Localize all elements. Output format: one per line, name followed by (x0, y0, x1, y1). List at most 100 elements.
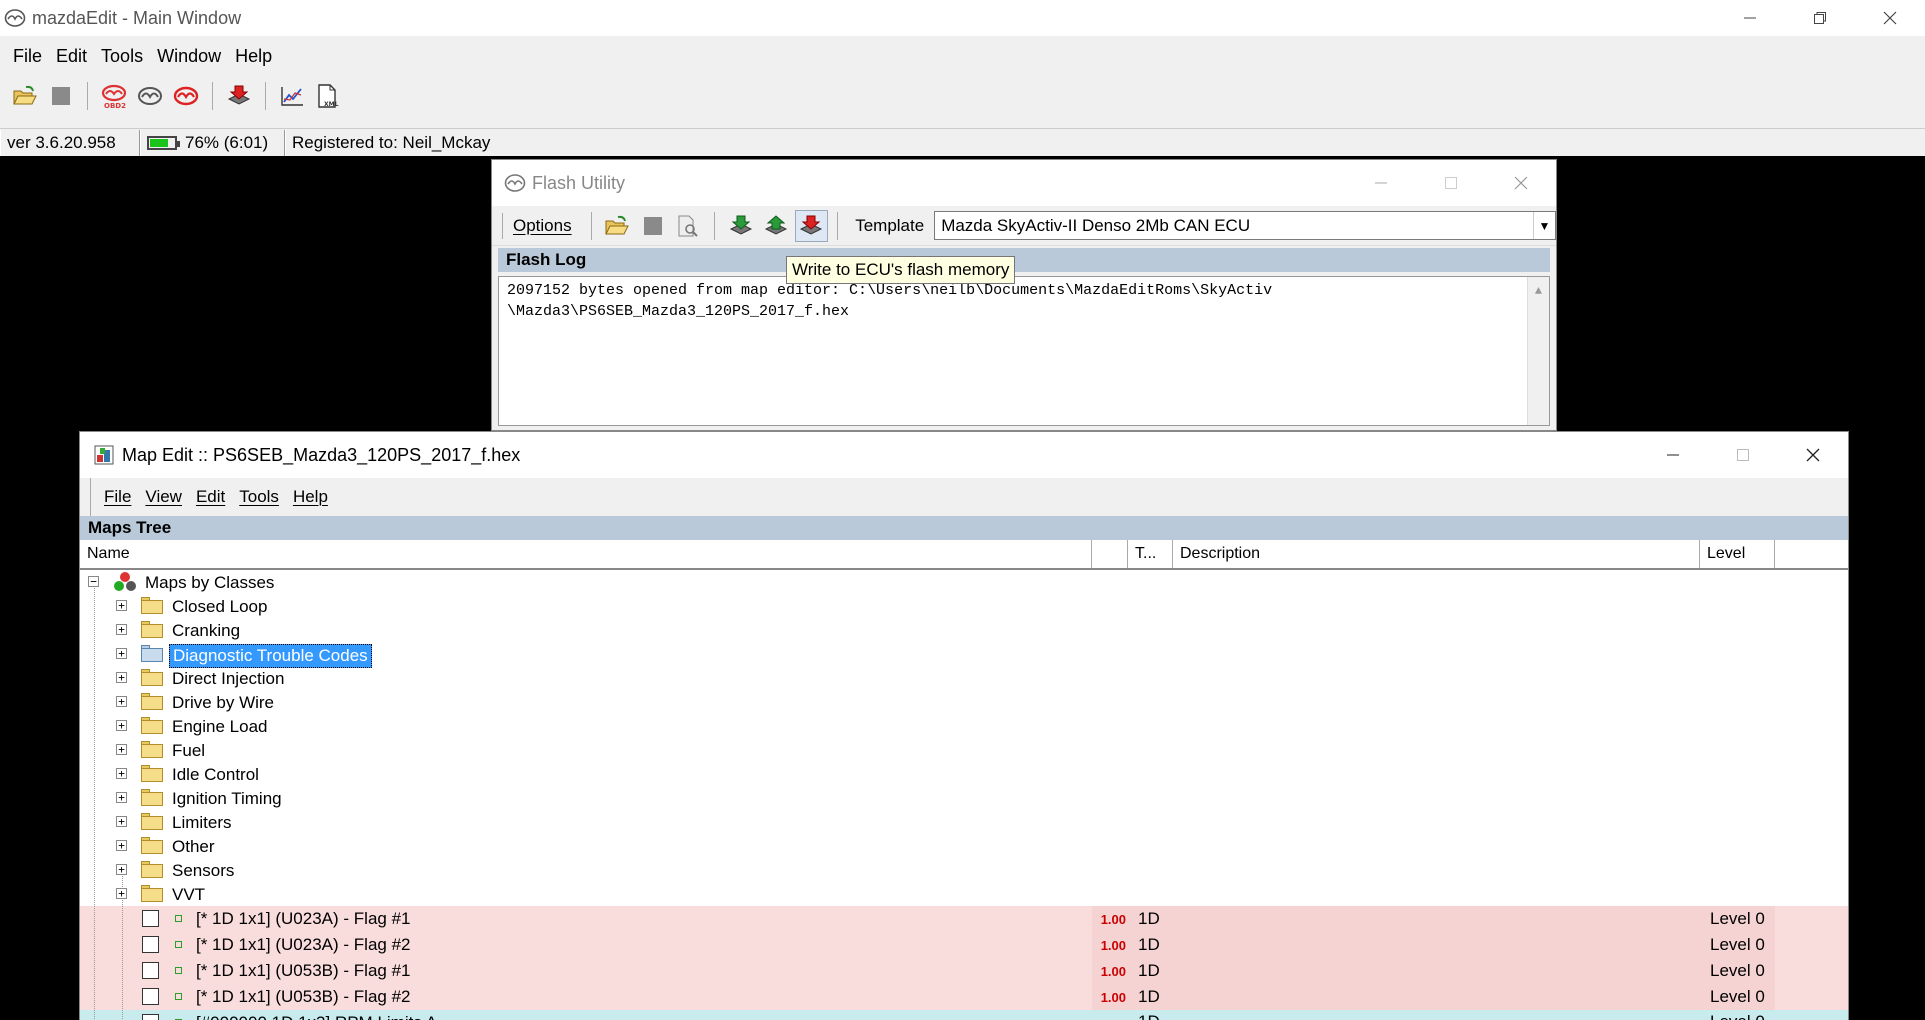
column-name-header[interactable]: Name (80, 540, 1092, 568)
registered-status: Registered to: Neil_Mckay (285, 129, 1925, 156)
column-level-header[interactable]: Level (1700, 540, 1775, 568)
tree-folder-cell: + Limiters (80, 810, 1092, 834)
write-ecu-button[interactable] (794, 209, 829, 242)
expand-icon[interactable]: + (116, 624, 127, 635)
menu-edit[interactable]: Edit (49, 46, 94, 67)
ecu-write-button[interactable] (169, 80, 203, 112)
expand-icon[interactable]: + (116, 768, 127, 779)
tree-folder-row[interactable]: + Diagnostic Trouble Codes (80, 642, 1848, 668)
flash-utility-button[interactable] (222, 80, 256, 112)
map-checkbox[interactable] (142, 988, 159, 1005)
menu-window[interactable]: Window (150, 46, 228, 67)
tree-folder-row[interactable]: + Other (80, 834, 1848, 858)
menu-tools[interactable]: Tools (94, 46, 150, 67)
map-checkbox[interactable] (142, 962, 159, 979)
restore-button[interactable] (1785, 0, 1855, 36)
map-menu-tools[interactable]: Tools (232, 487, 286, 507)
battery-icon (147, 135, 180, 150)
column-type-header[interactable]: T... (1128, 540, 1173, 568)
map-edit-title: Map Edit :: PS6SEB_Mazda3_120PS_2017_f.h… (122, 444, 521, 465)
column-value-header[interactable] (1092, 540, 1128, 568)
flash-open-button[interactable] (601, 210, 634, 242)
flash-close-button[interactable] (1486, 160, 1556, 206)
menu-help[interactable]: Help (228, 46, 279, 67)
tree-folder-row[interactable]: + Closed Loop (80, 594, 1848, 618)
map-description-cell (1173, 958, 1700, 984)
obd2-button[interactable]: OBD2 (97, 80, 131, 112)
expand-icon[interactable]: + (116, 840, 127, 851)
map-row[interactable]: [* 1D 1x1] (U023A) - Flag #1 1.00 1D Level … (80, 906, 1848, 932)
map-menu-edit[interactable]: Edit (189, 487, 232, 507)
expand-icon[interactable]: + (116, 696, 127, 707)
expand-icon[interactable]: + (116, 648, 127, 659)
minimize-icon (1744, 17, 1756, 19)
map-edit-maximize-button[interactable] (1708, 432, 1778, 478)
map-row[interactable]: [* 1D 1x1] (U053B) - Flag #2 1.00 1D Level … (80, 984, 1848, 1010)
flash-utility-window: Flash Utility Options Template Mazda Sky… (491, 159, 1557, 431)
tree-folder-row[interactable]: + Direct Injection (80, 666, 1848, 690)
xml-button[interactable]: XML (311, 80, 345, 112)
tree-folder-row[interactable]: + Engine Load (80, 714, 1848, 738)
flash-preview-button[interactable] (671, 210, 704, 242)
tree-folder-label: Diagnostic Trouble Codes (169, 644, 372, 668)
battery-fill (150, 138, 169, 147)
tree-folder-row[interactable]: + Fuel (80, 738, 1848, 762)
tree-folder-row[interactable]: + Sensors (80, 858, 1848, 882)
map-menu-view[interactable]: View (138, 487, 189, 507)
options-button[interactable]: Options (502, 212, 582, 239)
map-checkbox[interactable] (142, 910, 159, 927)
tree-folder-row[interactable]: + Ignition Timing (80, 786, 1848, 810)
map-edit-close-button[interactable] (1778, 432, 1848, 478)
template-select[interactable]: Mazda SkyActiv-II Denso 2Mb CAN ECU ▼ (934, 211, 1556, 240)
expand-icon[interactable]: + (116, 720, 127, 731)
expand-icon[interactable]: + (116, 864, 127, 875)
scroll-up-icon[interactable]: ▲ (1535, 281, 1542, 425)
flash-log[interactable]: 2097152 bytes opened from map editor: C:… (498, 276, 1550, 426)
stop-button[interactable] (44, 80, 78, 112)
tree-folder-row[interactable]: + Limiters (80, 810, 1848, 834)
expand-icon[interactable]: + (116, 672, 127, 683)
ecu-read-button[interactable] (133, 80, 167, 112)
map-menu-help[interactable]: Help (286, 487, 335, 507)
flash-maximize-button[interactable] (1416, 160, 1486, 206)
tree-folder-row[interactable]: + Drive by Wire (80, 690, 1848, 714)
map-row[interactable]: [* 1D 1x1] (U023A) - Flag #2 1.00 1D Level … (80, 932, 1848, 958)
map-status-icon (175, 967, 182, 974)
upload-button[interactable] (759, 210, 792, 242)
tree-folder-row[interactable]: + Cranking (80, 618, 1848, 642)
map-row[interactable]: [#000000 1D 1x3] RPM Limits A 1D Level 0 (80, 1010, 1848, 1020)
tree-folder-row[interactable]: + VVT (80, 882, 1848, 906)
menu-file[interactable]: File (6, 46, 49, 67)
expand-icon[interactable]: + (116, 888, 127, 899)
collapse-icon[interactable]: − (88, 576, 99, 587)
folder-icon (141, 861, 163, 878)
document-search-icon (678, 215, 698, 237)
flash-stop-button[interactable] (636, 210, 669, 242)
toolbar-separator (837, 211, 839, 240)
tree-root-cell: − Maps by Classes (80, 570, 1092, 594)
map-edit-minimize-button[interactable] (1638, 432, 1708, 478)
map-checkbox[interactable] (142, 1014, 159, 1020)
map-menu-file[interactable]: File (97, 487, 138, 507)
expand-icon[interactable]: + (116, 600, 127, 611)
template-value: Mazda SkyActiv-II Denso 2Mb CAN ECU (941, 215, 1251, 235)
tree-folder-row[interactable]: + Idle Control (80, 762, 1848, 786)
maps-tree[interactable]: − Maps by Classes + Closed Loop + Cranking +… (80, 570, 1848, 1020)
map-checkbox[interactable] (142, 936, 159, 953)
flash-log-scrollbar[interactable]: ▲ (1527, 277, 1549, 425)
expand-icon[interactable]: + (116, 792, 127, 803)
column-description-header[interactable]: Description (1173, 540, 1700, 568)
minimize-button[interactable] (1715, 0, 1785, 36)
map-value-cell: 1.00 (1092, 932, 1128, 958)
map-row[interactable]: [* 1D 1x1] (U053B) - Flag #1 1.00 1D Level … (80, 958, 1848, 984)
flash-minimize-button[interactable] (1346, 160, 1416, 206)
read-ecu-button[interactable] (724, 210, 757, 242)
tree-root-row[interactable]: − Maps by Classes (80, 570, 1848, 594)
dropdown-arrow-icon[interactable]: ▼ (1532, 212, 1555, 239)
expand-icon[interactable]: + (116, 744, 127, 755)
chart-button[interactable] (275, 80, 309, 112)
close-button[interactable] (1855, 0, 1925, 36)
main-statusbar: ver 3.6.20.958 76% (6:01) Registered to:… (0, 128, 1925, 156)
open-button[interactable] (8, 80, 42, 112)
expand-icon[interactable]: + (116, 816, 127, 827)
